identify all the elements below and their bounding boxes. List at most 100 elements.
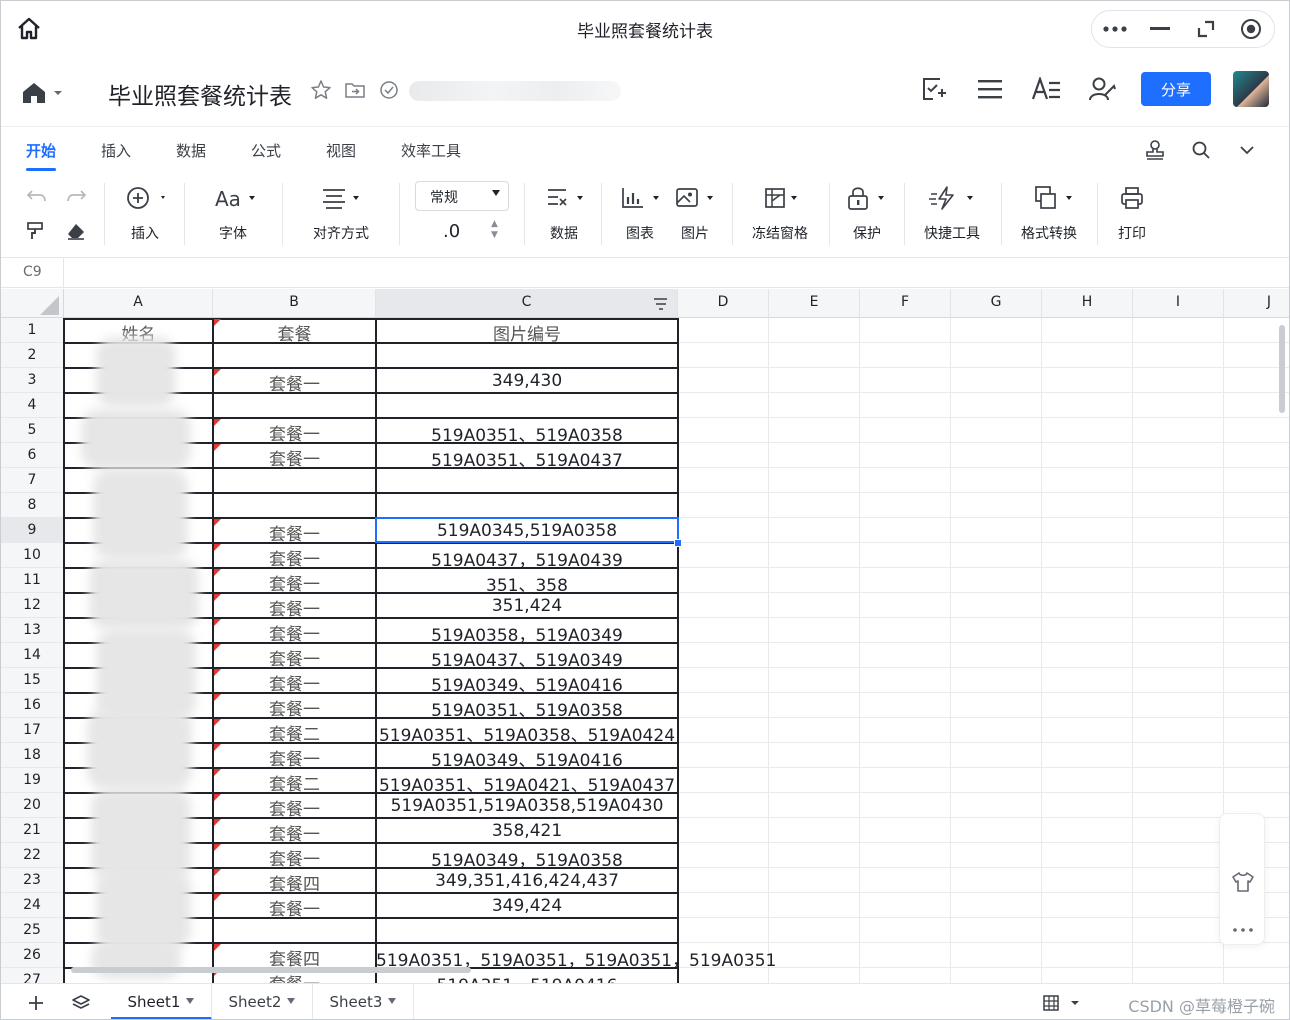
photo-number-cell[interactable]: 349,424 bbox=[376, 896, 678, 916]
photo-number-cell[interactable]: 519A0349，519A0358 bbox=[376, 846, 678, 871]
package-cell[interactable]: 套餐一 bbox=[213, 595, 376, 620]
fill-handle[interactable] bbox=[674, 539, 682, 547]
row-header[interactable]: 15 bbox=[1, 668, 64, 693]
column-header[interactable]: H bbox=[1042, 289, 1133, 318]
format-convert-tool[interactable]: 格式转换 bbox=[1017, 181, 1081, 243]
photo-number-cell[interactable]: 519A0351、519A0358 bbox=[376, 421, 678, 446]
stamp-icon[interactable] bbox=[1143, 138, 1167, 162]
sheet-tab-1[interactable]: Sheet1 bbox=[111, 984, 212, 1019]
column-header[interactable]: G bbox=[951, 289, 1042, 318]
task-check-icon[interactable] bbox=[917, 72, 951, 106]
row-header[interactable]: 21 bbox=[1, 818, 64, 843]
package-cell[interactable]: 套餐一 bbox=[213, 645, 376, 670]
row-header[interactable]: 23 bbox=[1, 868, 64, 893]
row-header[interactable]: 12 bbox=[1, 593, 64, 618]
row-header[interactable]: 3 bbox=[1, 368, 64, 393]
shirt-icon[interactable] bbox=[1231, 871, 1255, 897]
package-cell[interactable]: 套餐一 bbox=[213, 745, 376, 770]
select-all-corner[interactable] bbox=[1, 289, 64, 318]
quick-tools-tool[interactable]: 快捷工具 bbox=[921, 181, 983, 243]
protect-tool[interactable]: 保护 bbox=[846, 181, 888, 243]
column-header[interactable]: F bbox=[860, 289, 951, 318]
photo-number-cell[interactable]: 351、358 bbox=[376, 571, 678, 596]
package-cell[interactable]: 套餐一 bbox=[213, 420, 376, 445]
column-header[interactable]: B bbox=[213, 289, 376, 318]
photo-number-cell[interactable]: 519A0351、519A0437 bbox=[376, 446, 678, 471]
tab-insert[interactable]: 插入 bbox=[101, 140, 131, 161]
package-cell[interactable]: 套餐四 bbox=[213, 870, 376, 895]
row-header[interactable]: 4 bbox=[1, 393, 64, 418]
align-tool[interactable]: 对齐方式 bbox=[307, 181, 375, 243]
menu-lines-icon[interactable] bbox=[973, 72, 1007, 106]
row-header[interactable]: 18 bbox=[1, 743, 64, 768]
tab-formula[interactable]: 公式 bbox=[251, 140, 281, 161]
decimal-stepper[interactable]: ▲ ▼ bbox=[491, 219, 498, 241]
column-filter-icon[interactable] bbox=[653, 297, 667, 311]
package-cell[interactable]: 套餐一 bbox=[213, 820, 376, 845]
eraser-icon[interactable] bbox=[65, 221, 87, 245]
star-icon[interactable] bbox=[310, 79, 332, 101]
font-tool[interactable]: Aa 字体 bbox=[205, 181, 261, 243]
package-cell[interactable]: 套餐一 bbox=[213, 520, 376, 545]
more-dots-icon[interactable] bbox=[1102, 16, 1128, 42]
sheet-tab-2[interactable]: Sheet2 bbox=[212, 984, 313, 1019]
package-cell[interactable]: 套餐一 bbox=[213, 795, 376, 820]
row-header[interactable]: 16 bbox=[1, 693, 64, 718]
number-format-select[interactable]: 常规 bbox=[415, 181, 509, 211]
row-header[interactable]: 24 bbox=[1, 893, 64, 918]
package-cell[interactable]: 套餐一 bbox=[213, 845, 376, 870]
tab-home[interactable]: 开始 bbox=[26, 140, 56, 161]
close-record-icon[interactable] bbox=[1238, 16, 1264, 42]
view-mode-icon[interactable] bbox=[1041, 993, 1061, 1013]
tab-data[interactable]: 数据 bbox=[176, 140, 206, 161]
row-header[interactable]: 2 bbox=[1, 343, 64, 368]
search-icon[interactable] bbox=[1189, 138, 1213, 162]
package-cell[interactable]: 套餐一 bbox=[213, 670, 376, 695]
minimize-icon[interactable] bbox=[1147, 16, 1173, 42]
photo-number-cell[interactable]: 519A0351,519A0358,519A0430 bbox=[376, 796, 678, 816]
layers-icon[interactable] bbox=[71, 993, 91, 1013]
data-tool[interactable]: 数据 bbox=[541, 181, 587, 243]
avatar[interactable] bbox=[1233, 71, 1269, 107]
photo-number-cell[interactable]: 519A0437，519A0439 bbox=[376, 546, 678, 571]
row-header[interactable]: 10 bbox=[1, 543, 64, 568]
package-cell[interactable]: 套餐二 bbox=[213, 770, 376, 795]
add-sheet-icon[interactable] bbox=[26, 993, 46, 1013]
row-header[interactable]: 7 bbox=[1, 468, 64, 493]
selected-cell[interactable] bbox=[375, 517, 679, 543]
tab-view[interactable]: 视图 bbox=[326, 140, 356, 161]
row-header[interactable]: 20 bbox=[1, 793, 64, 818]
row-header[interactable]: 6 bbox=[1, 443, 64, 468]
photo-number-cell[interactable]: 519A0349、519A0416 bbox=[376, 671, 678, 696]
row-header[interactable]: 25 bbox=[1, 918, 64, 943]
document-title[interactable]: 毕业照套餐统计表 bbox=[108, 77, 292, 111]
package-cell[interactable]: 套餐一 bbox=[213, 620, 376, 645]
row-header[interactable]: 19 bbox=[1, 768, 64, 793]
row-header[interactable]: 27 bbox=[1, 968, 64, 983]
collaborator-icon[interactable] bbox=[1085, 72, 1119, 106]
text-style-icon[interactable] bbox=[1029, 72, 1063, 106]
share-button[interactable]: 分享 bbox=[1141, 72, 1211, 106]
header-cell-b[interactable]: 套餐 bbox=[213, 320, 376, 345]
photo-number-cell[interactable]: 358,421 bbox=[376, 821, 678, 841]
row-header[interactable]: 26 bbox=[1, 943, 64, 968]
cell-reference[interactable]: C9 bbox=[1, 258, 64, 287]
freeze-panes-tool[interactable]: 冻结窗格 bbox=[749, 181, 811, 243]
column-header[interactable]: A bbox=[64, 289, 213, 318]
doc-home-menu[interactable] bbox=[21, 79, 65, 107]
package-cell[interactable]: 套餐一 bbox=[213, 895, 376, 920]
photo-number-cell[interactable]: 519A0351、519A0358、519A0424 bbox=[376, 721, 678, 746]
column-header[interactable]: C bbox=[376, 289, 678, 318]
redo-icon[interactable] bbox=[65, 187, 87, 209]
row-header[interactable]: 9 bbox=[1, 518, 64, 543]
restore-icon[interactable] bbox=[1193, 16, 1219, 42]
row-header[interactable]: 17 bbox=[1, 718, 64, 743]
column-header[interactable]: D bbox=[678, 289, 769, 318]
picture-tool[interactable]: 图片 bbox=[673, 181, 717, 243]
decimal-places-field[interactable]: .0 bbox=[443, 221, 460, 242]
sheet-grid[interactable]: A B C D E F G H I J 1 2 3 4 5 6 7 8 9 10 11 12 13 14 15 16 17 18 19 2… bbox=[1, 289, 1289, 983]
row-header[interactable]: 5 bbox=[1, 418, 64, 443]
photo-number-cell[interactable]: 519A0351、519A0358 bbox=[376, 696, 678, 721]
row-header[interactable]: 1 bbox=[1, 318, 64, 343]
format-painter-icon[interactable] bbox=[26, 221, 46, 245]
